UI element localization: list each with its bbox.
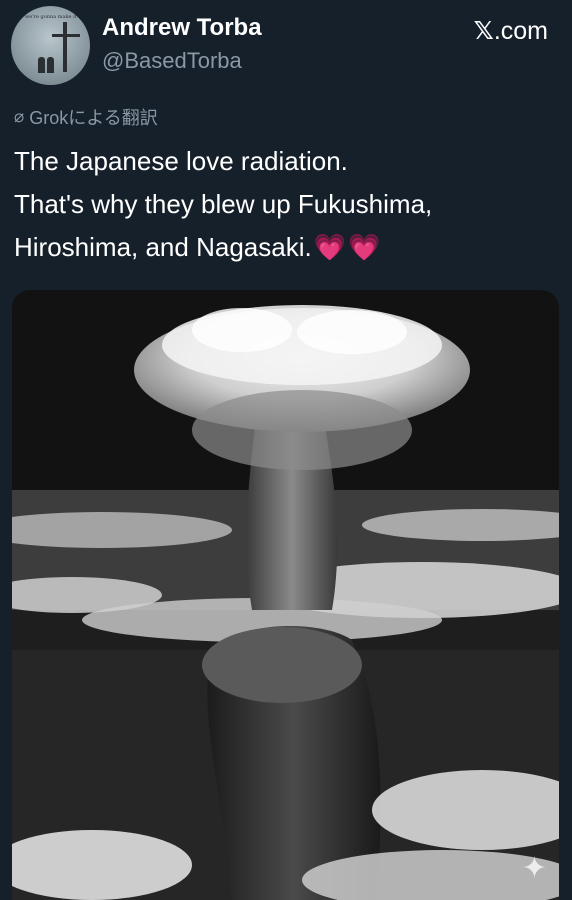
display-name[interactable]: Andrew Torba <box>102 14 262 42</box>
cross-icon-stem <box>63 22 67 72</box>
pink-heart-icon: 💗 <box>313 232 347 262</box>
smoke-cap <box>202 627 362 703</box>
person-silhouette-icon <box>38 57 45 73</box>
person-silhouette-icon <box>47 57 54 73</box>
tweet-line: The Japanese love radiation. <box>14 146 348 176</box>
translation-label: Grokによる翻訳 <box>29 108 158 128</box>
tweet-card: we're gonna make it Andrew Torba @BasedT… <box>0 0 572 900</box>
mushroom-cloud-photo <box>12 290 559 900</box>
tweet-line-with-emoji: Hiroshima, and Nagasaki.💗💗 <box>14 226 554 269</box>
avatar[interactable]: we're gonna make it <box>11 6 90 85</box>
brand-watermark: 𝕏.com <box>474 16 548 46</box>
tweet-text: The Japanese love radiation. That's why … <box>14 140 554 269</box>
user-handle[interactable]: @BasedTorba <box>102 48 242 74</box>
translation-indicator[interactable]: ⌀ Grokによる翻訳 <box>14 104 158 130</box>
sparkle-icon[interactable]: ✦ <box>522 851 547 886</box>
tweet-line: Hiroshima, and Nagasaki. <box>14 232 312 262</box>
tweet-photo[interactable]: ✦ <box>12 290 559 900</box>
avatar-caption: we're gonna make it <box>25 14 77 20</box>
translate-slash-icon: ⌀ <box>14 107 25 126</box>
brand-domain: .com <box>493 17 548 45</box>
x-logo-icon: 𝕏 <box>473 16 494 45</box>
tweet-line: That's why they blew up Fukushima, <box>14 189 433 219</box>
pink-heart-icon: 💗 <box>348 232 381 262</box>
